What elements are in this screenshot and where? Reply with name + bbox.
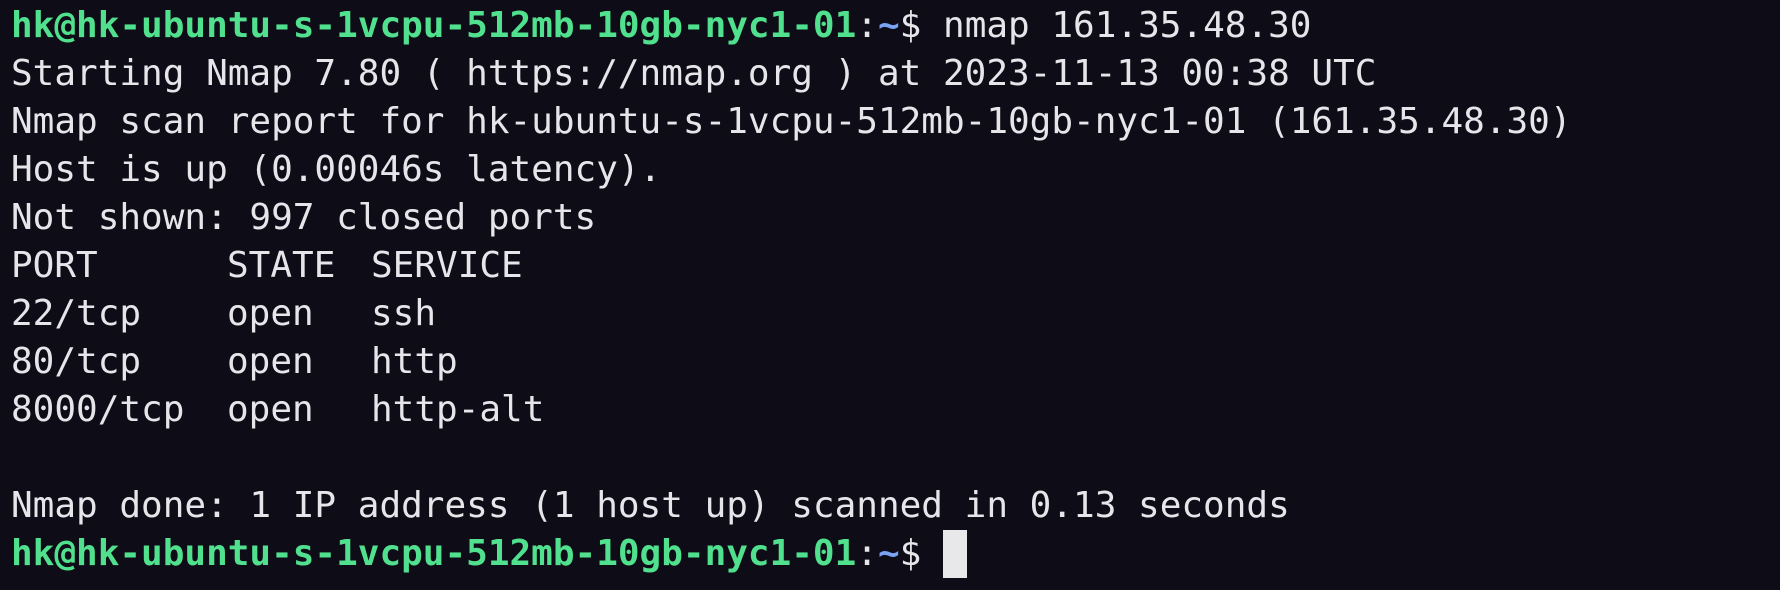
- header-service: SERVICE: [371, 245, 523, 286]
- text-cursor[interactable]: [943, 530, 968, 578]
- output-done: Nmap done: 1 IP address (1 host up) scan…: [11, 485, 1290, 526]
- service-cell: http-alt: [371, 389, 545, 430]
- port-cell: 8000/tcp: [11, 389, 185, 430]
- state-cell: open: [227, 341, 314, 382]
- port-table-header: PORT STATE SERVICE: [11, 242, 1780, 290]
- prompt-colon: :: [856, 533, 878, 574]
- port-cell: 80/tcp: [11, 341, 142, 382]
- prompt-symbol: $: [899, 5, 944, 46]
- prompt-path: ~: [877, 533, 900, 574]
- terminal-window[interactable]: hk@hk-ubuntu-s-1vcpu-512mb-10gb-nyc1-01:…: [0, 0, 1780, 590]
- output-not-shown: Not shown: 997 closed ports: [11, 197, 597, 238]
- port-table-row: 80/tcp open http: [11, 338, 1780, 386]
- active-prompt-line[interactable]: hk@hk-ubuntu-s-1vcpu-512mb-10gb-nyc1-01:…: [11, 530, 1780, 578]
- port-table-row: 8000/tcp open http-alt: [11, 386, 1780, 434]
- command-text: nmap 161.35.48.30: [943, 5, 1312, 46]
- header-port: PORT: [11, 245, 98, 286]
- prompt-path: ~: [877, 5, 900, 46]
- port-table-row: 22/tcp open ssh: [11, 290, 1780, 338]
- header-state: STATE: [227, 245, 336, 286]
- prompt-colon: :: [856, 5, 878, 46]
- prompt-symbol: $: [899, 533, 944, 574]
- state-cell: open: [227, 389, 314, 430]
- state-cell: open: [227, 293, 314, 334]
- service-cell: ssh: [371, 293, 437, 334]
- service-cell: http: [371, 341, 458, 382]
- prompt-user-host: hk@hk-ubuntu-s-1vcpu-512mb-10gb-nyc1-01: [11, 533, 857, 574]
- output-scan-report: Nmap scan report for hk-ubuntu-s-1vcpu-5…: [11, 101, 1572, 142]
- command-line: hk@hk-ubuntu-s-1vcpu-512mb-10gb-nyc1-01:…: [11, 2, 1780, 50]
- output-host-up: Host is up (0.00046s latency).: [11, 149, 662, 190]
- port-cell: 22/tcp: [11, 293, 142, 334]
- prompt-user-host: hk@hk-ubuntu-s-1vcpu-512mb-10gb-nyc1-01: [11, 5, 857, 46]
- output-starting: Starting Nmap 7.80 ( https://nmap.org ) …: [11, 53, 1377, 94]
